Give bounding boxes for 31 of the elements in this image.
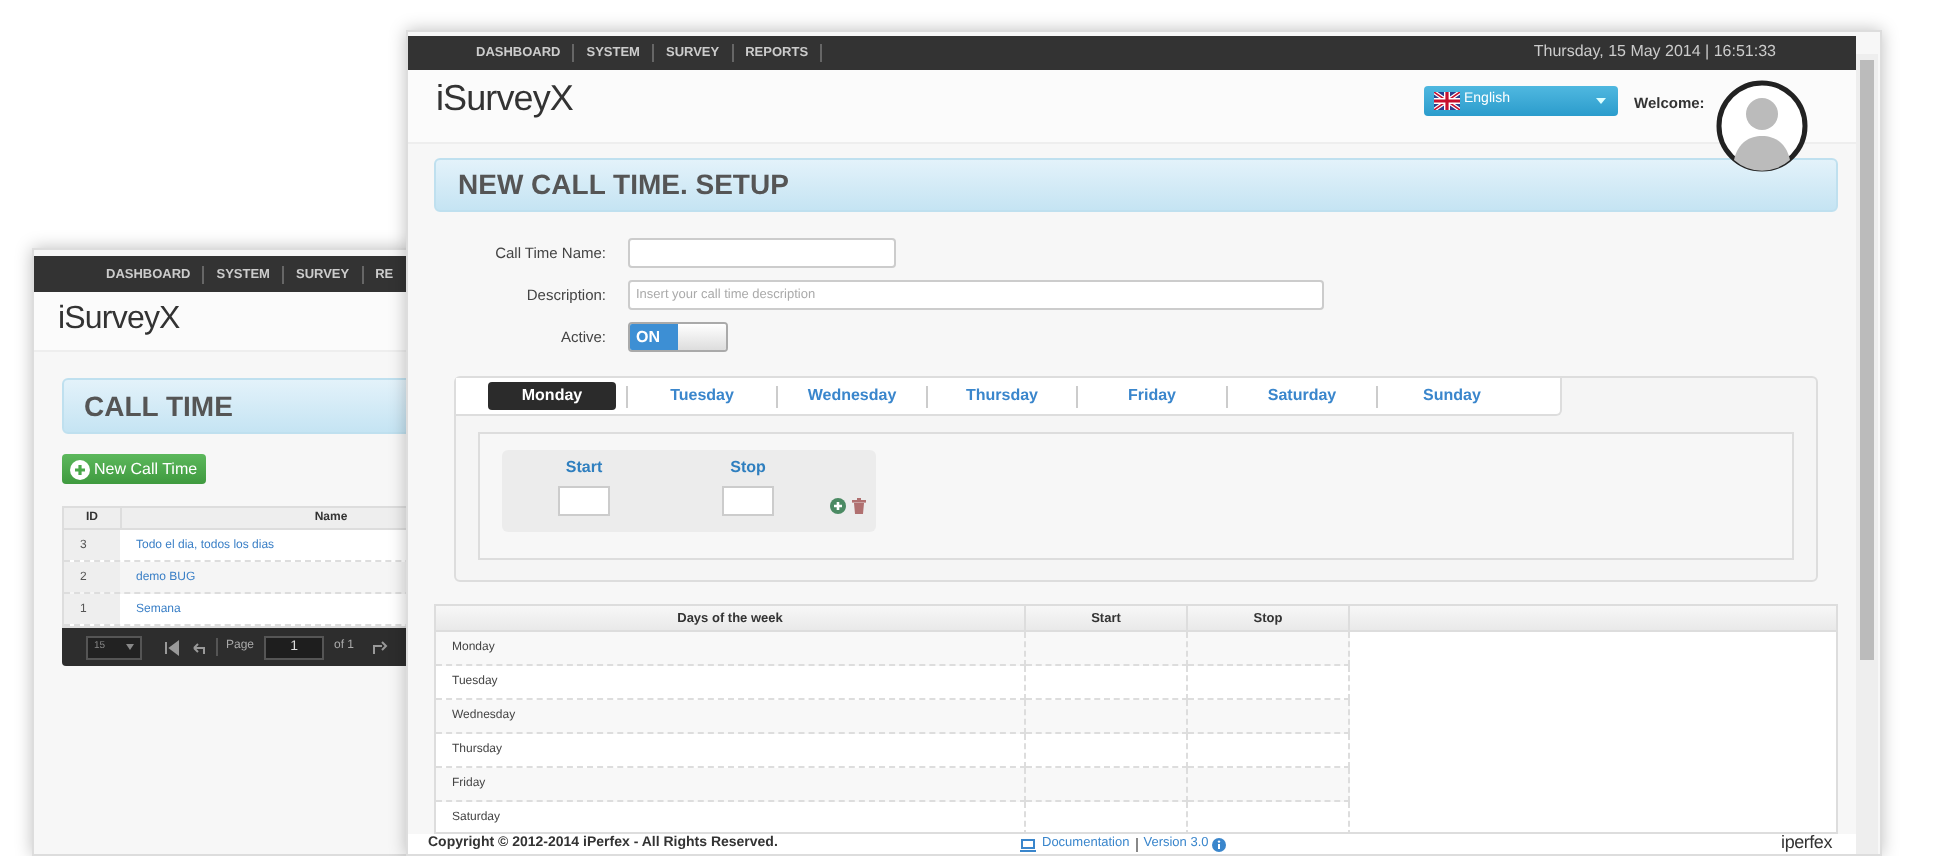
previous-page-icon: [190, 639, 206, 655]
brand-logo: iperfex: [1781, 830, 1832, 854]
day-tab[interactable]: Sunday: [1388, 382, 1516, 410]
day-tab[interactable]: Tuesday: [638, 382, 766, 410]
day-tab[interactable]: Wednesday: [788, 382, 916, 410]
next-page-icon: [372, 639, 389, 655]
new-call-time-button[interactable]: New Call Time: [62, 454, 206, 484]
day-tab[interactable]: Saturday: [1238, 382, 1366, 410]
date-time: Thursday, 15 May 2014 | 16:51:33: [1533, 40, 1776, 65]
active-toggle[interactable]: ON: [628, 322, 728, 352]
caret-icon: [126, 644, 134, 650]
day-tab[interactable]: Thursday: [938, 382, 1066, 410]
flag-icon: [1434, 91, 1460, 110]
caret-icon: [1596, 97, 1606, 104]
first-page-icon: [164, 639, 180, 655]
page-title-banner: NEW CALL TIME. SETUP: [434, 158, 1838, 212]
time-field[interactable]: [722, 486, 774, 516]
name-field[interactable]: [628, 238, 896, 268]
time-field[interactable]: [558, 486, 610, 516]
time-label: Stop: [730, 456, 766, 480]
add-icon: [830, 498, 846, 514]
laptop-icon: [1020, 837, 1036, 851]
logo: iSurveyX: [58, 302, 180, 336]
day-tab[interactable]: Monday: [488, 382, 616, 410]
plus-icon: [70, 459, 90, 479]
time-label: Start: [565, 456, 603, 480]
day-tab[interactable]: Friday: [1088, 382, 1216, 410]
scrollbar[interactable]: [1856, 54, 1878, 854]
page-title-banner: CALL TIME: [62, 378, 410, 434]
trash-icon: [852, 498, 866, 514]
logo: iSurveyX: [436, 77, 573, 118]
